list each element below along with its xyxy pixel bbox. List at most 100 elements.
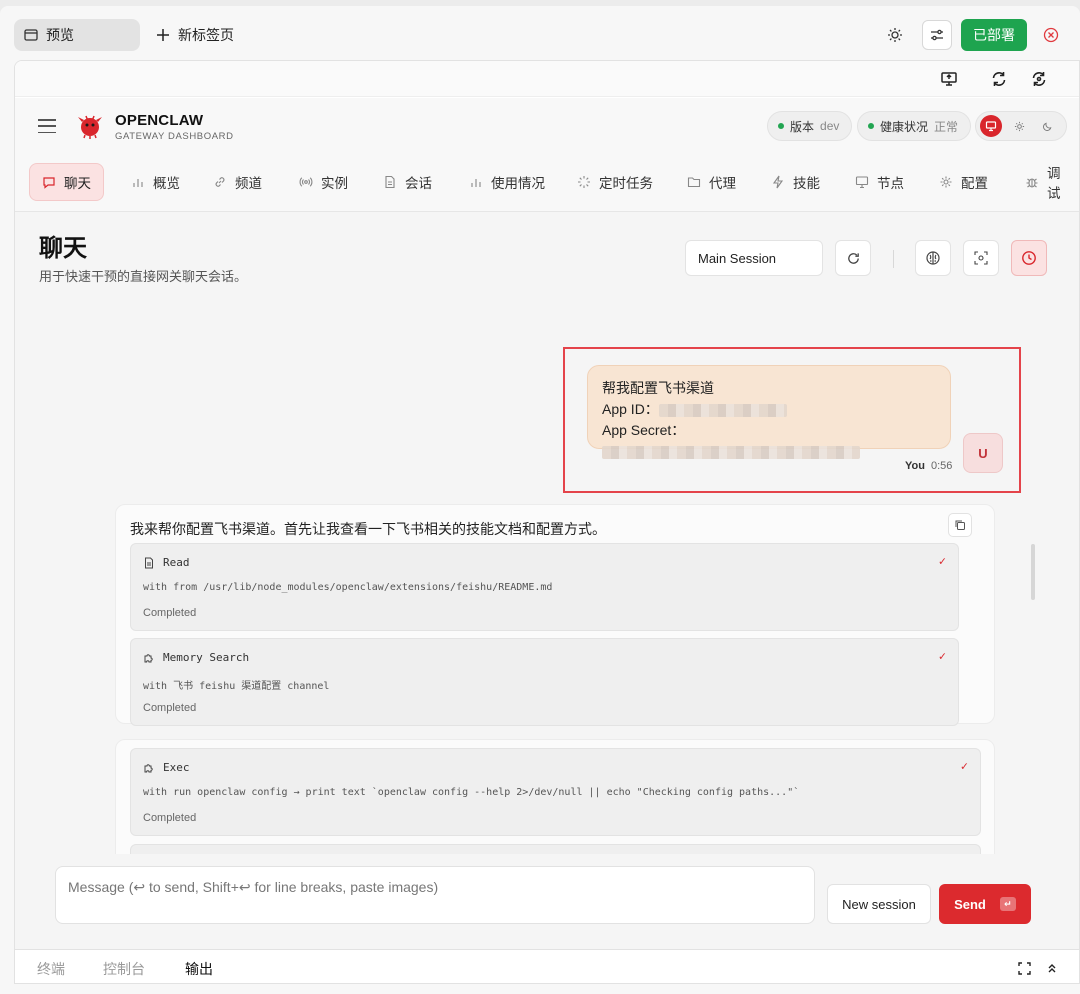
app-header: OPENCLAW GATEWAY DASHBOARD 版本 dev 健康状况 正… xyxy=(15,98,1079,154)
bottom-panel: 终端 控制台 输出 xyxy=(15,949,1079,983)
hard-reload-icon[interactable] xyxy=(1027,67,1051,91)
tool-call-exec[interactable]: Exec with run openclaw config → print te… xyxy=(130,748,981,836)
nav-item-3[interactable]: 实例 xyxy=(287,163,360,201)
nav-item-label: 聊天 xyxy=(64,176,91,191)
nav-item-2[interactable]: 频道 xyxy=(201,163,274,201)
openclaw-logo xyxy=(78,115,102,139)
history-button[interactable] xyxy=(1011,240,1047,276)
fullscreen-icon[interactable] xyxy=(1015,959,1033,977)
nav-item-label: 实例 xyxy=(321,176,348,191)
health-pill: 健康状况 正常 xyxy=(857,111,972,141)
nav-item-6[interactable]: 定时任务 xyxy=(565,163,665,201)
moon-icon[interactable] xyxy=(1036,115,1058,137)
settings-sliders-icon[interactable] xyxy=(922,20,952,50)
status-dot xyxy=(778,123,784,129)
send-label: Send xyxy=(954,896,986,912)
tab-output[interactable]: 输出 xyxy=(185,959,213,979)
document-icon xyxy=(145,557,153,568)
tool-name: Read xyxy=(163,556,190,569)
tool-call-memory-search[interactable]: Memory Search with 飞书 feishu 渠道配置 channe… xyxy=(130,638,959,726)
thinking-toggle-button[interactable] xyxy=(915,240,951,276)
user-message-line1: 帮我配置飞书渠道 xyxy=(602,380,714,396)
nav-item-label: 概览 xyxy=(153,176,180,191)
brand-subtitle: GATEWAY DASHBOARD xyxy=(115,131,234,142)
puzzle-icon xyxy=(144,653,153,662)
version-value: dev xyxy=(820,119,840,133)
tool-status: Completed xyxy=(143,812,197,824)
tab-preview-label: 预览 xyxy=(46,27,74,43)
copy-button[interactable] xyxy=(948,513,972,537)
message-input[interactable]: Message (↩ to send, Shift+↩ for line bre… xyxy=(55,866,815,924)
nav-item-label: 使用情况 xyxy=(491,176,545,191)
nav-item-5[interactable]: 使用情况 xyxy=(457,163,557,201)
deployed-button[interactable]: 已部署 xyxy=(961,19,1027,51)
theme-switch xyxy=(975,111,1067,141)
message-time: 0:56 xyxy=(930,460,953,472)
assistant-message-card: 我来帮你配置飞书渠道。首先让我查看一下飞书相关的技能文档和配置方式。 Read … xyxy=(115,504,995,726)
main-nav: 聊天 概览 频道 实例 会话 使用情况 定时任务 代理 技能 节点 配置 调试 xyxy=(15,154,1079,212)
tool-args: with 飞书 feishu 渠道配置 channel xyxy=(143,681,330,692)
gear-icon xyxy=(940,176,952,188)
nav-item-8[interactable]: 技能 xyxy=(759,163,832,201)
redacted-app-secret xyxy=(602,445,860,459)
preview-frame: OPENCLAW GATEWAY DASHBOARD 版本 dev 健康状况 正… xyxy=(14,60,1080,984)
nav-item-label: 节点 xyxy=(877,176,904,191)
nav-item-9[interactable]: 节点 xyxy=(843,163,916,201)
refresh-icon xyxy=(847,252,859,264)
app-window: 预览 新标签页 已部署 OPENCLAW GATEWAY DASHBOARD 版… xyxy=(0,6,1080,994)
tool-args: with from /usr/lib/node_modules/openclaw… xyxy=(143,582,553,593)
chat-scrollbar[interactable] xyxy=(1031,544,1035,600)
screen-share-icon[interactable] xyxy=(937,67,961,91)
brain-icon xyxy=(926,251,940,265)
nav-item-10[interactable]: 配置 xyxy=(927,163,1000,201)
tool-name: Exec xyxy=(163,761,190,774)
refresh-icon[interactable] xyxy=(987,67,1011,91)
enter-key-icon: ↵ xyxy=(999,897,1016,911)
focus-mode-button[interactable] xyxy=(963,240,999,276)
window-icon xyxy=(24,29,38,41)
menu-icon[interactable] xyxy=(37,116,57,136)
sun-icon[interactable] xyxy=(1008,115,1030,137)
close-circle-icon[interactable] xyxy=(1038,22,1064,48)
tool-status: Completed xyxy=(143,702,197,714)
link-icon xyxy=(215,177,225,187)
document-icon xyxy=(385,175,395,189)
nav-item-label: 技能 xyxy=(793,176,820,191)
new-tab-button[interactable]: 新标签页 xyxy=(156,19,234,51)
folder-icon xyxy=(687,177,701,188)
nav-item-0[interactable]: 聊天 xyxy=(29,163,104,201)
health-label: 健康状况 xyxy=(880,119,929,134)
user-message-secret-row: App Secret： xyxy=(602,420,936,462)
assistant-message-card-2: Exec with run openclaw config → print te… xyxy=(115,739,995,869)
nav-item-11[interactable]: 调试 xyxy=(1013,163,1079,201)
page-title: 聊天 xyxy=(39,235,87,262)
tool-name-row: Read xyxy=(143,556,190,569)
plus-icon xyxy=(157,29,169,41)
sun-icon[interactable] xyxy=(882,22,908,48)
tab-console[interactable]: 控制台 xyxy=(103,959,145,979)
monitor-icon[interactable] xyxy=(980,115,1002,137)
chevron-up-icon[interactable] xyxy=(1043,959,1061,977)
send-button[interactable]: Send ↵ xyxy=(939,884,1031,924)
clock-icon xyxy=(1022,251,1036,265)
tool-call-read[interactable]: Read with from /usr/lib/node_modules/ope… xyxy=(130,543,959,631)
bug-icon xyxy=(1026,178,1038,188)
tab-terminal[interactable]: 终端 xyxy=(37,959,65,979)
monitor-icon xyxy=(855,176,869,189)
tool-status: Completed xyxy=(143,607,197,619)
check-icon: ✓ xyxy=(938,649,946,663)
tool-name-row: Memory Search xyxy=(143,651,249,664)
tab-preview[interactable]: 预览 xyxy=(14,19,140,51)
nav-item-label: 调试 xyxy=(1047,166,1061,201)
brand: OPENCLAW GATEWAY DASHBOARD xyxy=(115,112,234,142)
new-tab-label: 新标签页 xyxy=(178,27,234,43)
nav-item-7[interactable]: 代理 xyxy=(675,163,748,201)
nav-item-label: 定时任务 xyxy=(599,176,653,191)
preview-toolbar xyxy=(15,61,1079,97)
nav-item-1[interactable]: 概览 xyxy=(119,163,192,201)
session-select[interactable]: Main Session xyxy=(685,240,823,276)
brand-title: OPENCLAW xyxy=(115,112,204,129)
new-session-button[interactable]: New session xyxy=(827,884,931,924)
nav-item-4[interactable]: 会话 xyxy=(371,163,444,201)
refresh-button[interactable] xyxy=(835,240,871,276)
